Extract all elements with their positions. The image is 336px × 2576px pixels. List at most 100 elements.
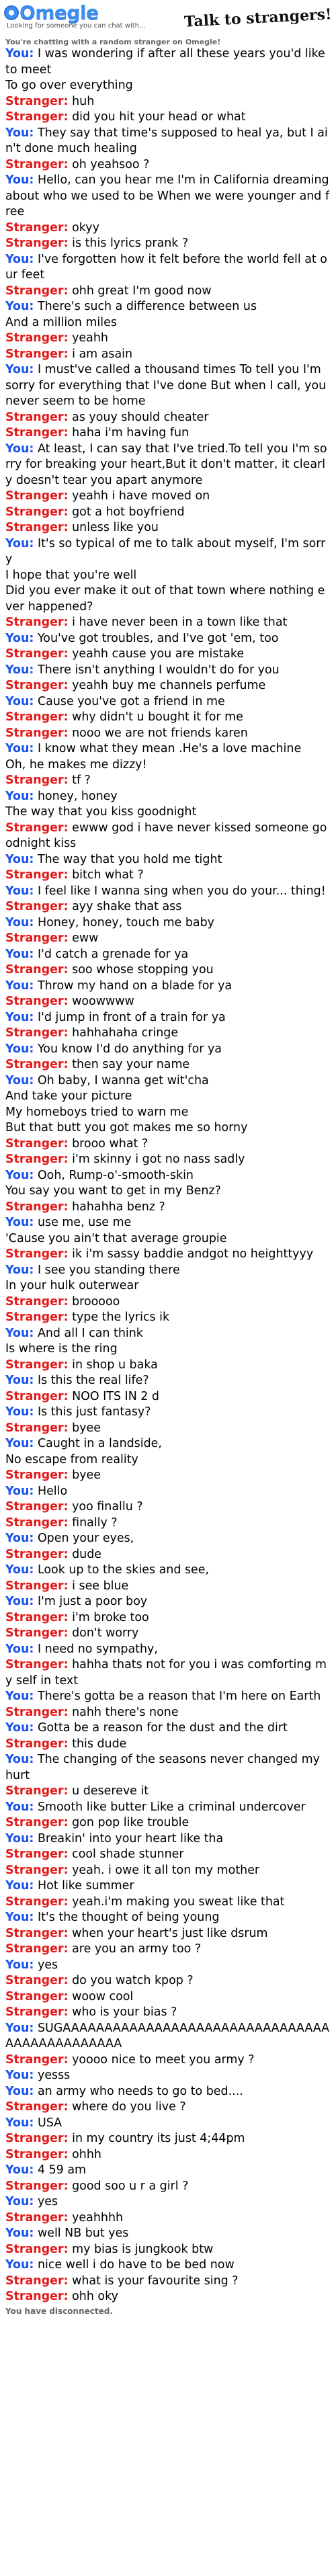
message-text: yeahh xyxy=(72,331,108,345)
message-text: I'm just a poor boy xyxy=(37,1595,148,1608)
message-text: woow cool xyxy=(72,1989,134,2003)
speaker-you: You: xyxy=(5,1405,34,1419)
speaker-stranger: Stranger: xyxy=(5,505,69,519)
speaker-you: You: xyxy=(5,300,34,313)
message-text: I feel like I wanna sing when you do you… xyxy=(37,884,326,898)
speaker-stranger: Stranger: xyxy=(5,110,69,124)
speaker-you: You: xyxy=(5,1690,34,1703)
chat-message: Stranger: huh xyxy=(5,94,331,110)
chat-message: Stranger: this dude xyxy=(5,1737,331,1753)
speaker-stranger: Stranger: xyxy=(5,237,69,250)
speaker-stranger: Stranger: xyxy=(5,963,69,977)
speaker-stranger: Stranger: xyxy=(5,1895,69,1909)
chat-message: You: Cause you've got a friend in me xyxy=(5,694,331,710)
message-text: yeahh i have moved on xyxy=(72,489,210,503)
chat-message: You: At least, I can say that I've tried… xyxy=(5,442,331,489)
message-text: yesss xyxy=(37,2069,71,2082)
message-text: I'd catch a grenade for ya xyxy=(37,947,189,961)
speaker-you: You: xyxy=(5,47,34,60)
chat-message: Stranger: nooo we are not friends karen xyxy=(5,726,331,742)
speaker-you: You: xyxy=(5,2021,34,2035)
chat-message: You: Ooh, Rump-o'-smooth-skin You say yo… xyxy=(5,1168,331,1200)
chat-message: Stranger: ohhh xyxy=(5,2147,331,2163)
message-text: yeahh buy me channels perfume xyxy=(72,679,266,692)
chat-message: Stranger: NOO ITS IN 2 d xyxy=(5,1389,331,1405)
omegle-logo: Omegle xyxy=(4,1,99,24)
message-text: ik i'm sassy baddie andgot no heighttyyy xyxy=(72,1247,314,1261)
chat-message: Stranger: byee xyxy=(5,1468,331,1484)
chat-message: You: yes xyxy=(5,2194,331,2210)
chat-message: Stranger: eww xyxy=(5,931,331,947)
chat-message: Stranger: dude xyxy=(5,1547,331,1563)
chat-message: Stranger: hahha thats not for you i was … xyxy=(5,1657,331,1689)
message-text: yeahhhh xyxy=(72,2210,124,2225)
chat-message: You: Breakin' into your heart like tha xyxy=(5,1831,331,1847)
chat-message: Stranger: i have never been in a town li… xyxy=(5,615,331,631)
chat-message: You: I'd jump in front of a train for ya xyxy=(5,1010,331,1026)
chat-message: Stranger: do you watch kpop ? xyxy=(5,1973,331,1989)
message-text: are you an army too ? xyxy=(72,1942,202,1956)
speaker-stranger: Stranger: xyxy=(5,1847,69,1861)
chat-message: You: SUGAAAAAAAAAAAAAAAAAAAAAAAAAAAAAAAA… xyxy=(5,2021,331,2052)
message-text: good soo u r a girl ? xyxy=(72,2179,189,2193)
message-text: Hot like summer xyxy=(37,1879,134,1893)
message-text: is this lyrics prank ? xyxy=(72,237,189,250)
speaker-stranger: Stranger: xyxy=(5,2274,69,2288)
speaker-stranger: Stranger: xyxy=(5,774,69,787)
tagline: Talk to strangers! xyxy=(183,5,333,31)
speaker-stranger: Stranger: xyxy=(5,2005,69,2019)
message-text: haha i'm having fun xyxy=(72,426,190,440)
chat-message: Stranger: ik i'm sassy baddie andgot no … xyxy=(5,1247,331,1263)
chat-message: Stranger: cool shade stunner xyxy=(5,1847,331,1863)
chat-message: You: I see you standing there In your hu… xyxy=(5,1263,331,1294)
speaker-stranger: Stranger: xyxy=(5,1468,69,1482)
chat-message: Stranger: as youy should cheater xyxy=(5,410,331,426)
chat-message: You: You've got troubles, and I've got '… xyxy=(5,631,331,647)
speaker-you: You: xyxy=(5,2227,34,2240)
chat-message: You: I must've called a thousand times T… xyxy=(5,362,331,410)
chat-message: You: I was wondering if after all these … xyxy=(5,46,331,94)
speaker-you: You: xyxy=(5,979,34,993)
speaker-stranger: Stranger: xyxy=(5,1942,69,1956)
chat-message: Stranger: yoooo nice to meet you army ? xyxy=(5,2052,331,2069)
message-text: The way that you hold me tight xyxy=(37,852,222,866)
chat-message: You: The way that you hold me tight xyxy=(5,852,331,868)
speaker-stranger: Stranger: xyxy=(5,2210,69,2225)
message-text: cool shade stunner xyxy=(72,1847,184,1861)
chat-message: Stranger: what is your favourite sing ? xyxy=(5,2274,331,2290)
message-text: 4 59 am xyxy=(37,2163,86,2177)
speaker-you: You: xyxy=(5,1642,34,1656)
message-text: when your heart's just like dsrum xyxy=(72,1926,268,1940)
speaker-stranger: Stranger: xyxy=(5,94,69,108)
message-text: ohhh xyxy=(72,2147,101,2161)
chat-message: You: I'd catch a grenade for ya xyxy=(5,947,331,963)
chat-message: Stranger: bitch what ? xyxy=(5,868,331,884)
speaker-stranger: Stranger: xyxy=(5,679,69,692)
chat-message: Stranger: ohh oky xyxy=(5,2289,331,2305)
chat-message: You: Open your eyes, xyxy=(5,1531,331,1547)
chat-message: Stranger: yeahh buy me channels perfume xyxy=(5,678,331,694)
message-text: hahhahaha cringe xyxy=(72,1026,179,1040)
chat-message: You: Smooth like butter Like a criminal … xyxy=(5,1800,331,1816)
message-text: There isn't anything I wouldn't do for y… xyxy=(37,663,280,677)
message-text: yeah.i'm making you sweat like that xyxy=(72,1895,285,1909)
chat-message: Stranger: i'm skinny i got no nass sadly xyxy=(5,1152,331,1168)
message-text: Hello xyxy=(37,1484,68,1498)
chat-message: Stranger: yeah.i'm making you sweat like… xyxy=(5,1895,331,1911)
message-text: nahh there's none xyxy=(72,1705,179,1719)
speaker-you: You: xyxy=(5,2116,34,2130)
message-text: There's such a difference between us And… xyxy=(5,300,257,329)
message-text: Breakin' into your heart like tha xyxy=(37,1831,224,1845)
message-text: i have never been in a town like that xyxy=(72,616,288,629)
chat-message: You: yesss xyxy=(5,2068,331,2084)
speaker-you: You: xyxy=(5,2195,34,2208)
message-text: okyy xyxy=(72,220,99,235)
speaker-you: You: xyxy=(5,631,34,645)
speaker-stranger: Stranger: xyxy=(5,1989,69,2003)
message-text: use me, use me 'Cause you ain't that ave… xyxy=(5,1216,227,1245)
chat-message: Stranger: oh yeahsoo ? xyxy=(5,157,331,173)
chat-message: You: Gotta be a reason for the dust and … xyxy=(5,1720,331,1737)
speaker-stranger: Stranger: xyxy=(5,1421,69,1435)
chat-message: Stranger: yeahhhh xyxy=(5,2210,331,2227)
chat-message: You: Look up to the skies and see, xyxy=(5,1563,331,1579)
